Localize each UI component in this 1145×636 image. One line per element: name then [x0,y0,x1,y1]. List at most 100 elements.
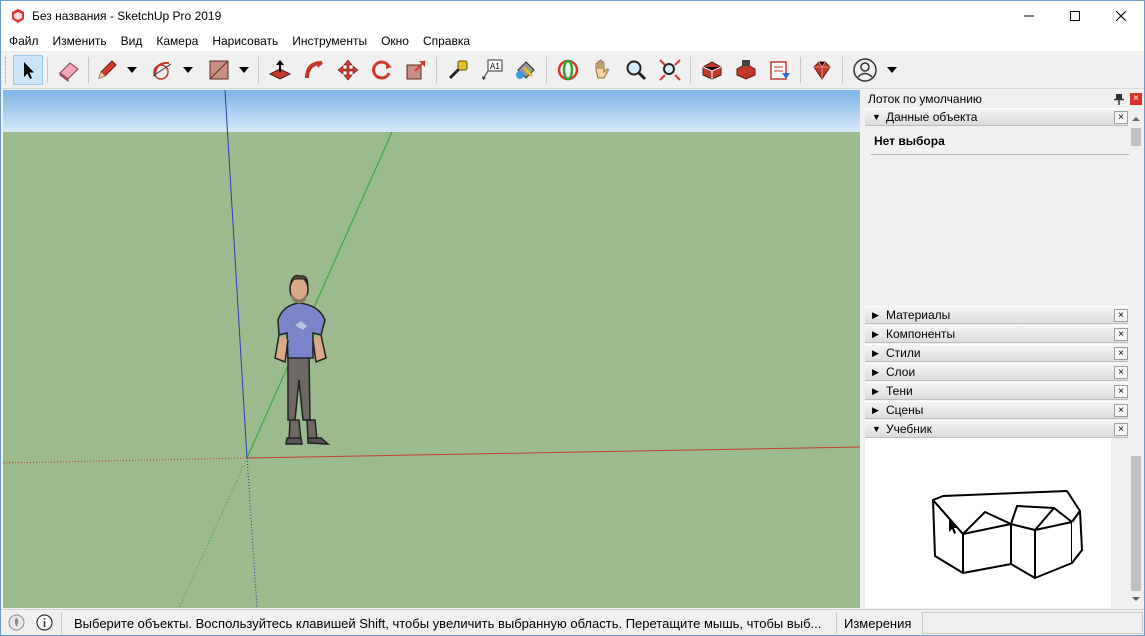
scroll-down-icon[interactable] [1129,592,1143,606]
window-controls [1006,1,1144,31]
tray-scrollbar[interactable] [1129,108,1143,304]
select-tool-button[interactable] [13,55,43,85]
collapsed-arrow-icon: ▶ [872,348,879,358]
push-pull-icon [268,60,292,80]
panel-materials-header[interactable]: ▶ Материалы × [865,306,1128,324]
close-window-button[interactable] [1098,1,1144,31]
panel-close-button[interactable]: × [1114,385,1128,398]
sketchup-window: Без названия - SketchUp Pro 2019 Файл Из… [0,0,1145,636]
eraser-icon [59,62,79,82]
move-tool-button[interactable] [333,55,363,85]
toolbar-grip[interactable] [5,57,8,83]
menu-edit[interactable]: Изменить [46,31,114,51]
account-button[interactable] [850,55,880,85]
text-icon: A1 [482,59,503,80]
arc-dropdown[interactable] [181,55,195,85]
maximize-icon [1070,11,1080,21]
chevron-down-icon [239,67,249,73]
text-tool-button[interactable]: A1 [477,55,507,85]
tray-close-button[interactable]: × [1130,93,1142,105]
extension-manager-icon [813,61,831,80]
viewport-canvas[interactable] [3,90,860,608]
collapsed-arrow-icon: ▶ [872,386,879,396]
orbit-icon [557,59,579,81]
tray-title: Лоток по умолчанию [868,92,982,106]
geo-location-icon[interactable] [8,614,25,631]
collapsed-arrow-icon: ▶ [872,367,879,377]
status-separator [61,612,62,634]
menu-draw[interactable]: Нарисовать [205,31,285,51]
sky [3,90,860,132]
pencil-dropdown[interactable] [125,55,139,85]
sketchup-logo-icon [12,9,24,23]
panel-styles-header[interactable]: ▶ Стили × [865,344,1128,362]
menu-help[interactable]: Справка [416,31,477,51]
follow-me-tool-button[interactable] [299,55,329,85]
pin-icon[interactable] [1113,93,1125,105]
rotate-icon [372,60,392,80]
eraser-tool-button[interactable] [54,55,84,85]
rotate-tool-button[interactable] [367,55,397,85]
panel-close-button[interactable]: × [1114,111,1128,124]
paint-bucket-tool-button[interactable] [511,55,541,85]
arc-tool-button[interactable] [148,55,178,85]
zoom-extents-icon [659,59,681,81]
scrollbar-thumb[interactable] [1131,456,1141,591]
toolbar-separator [436,57,437,83]
panel-close-button[interactable]: × [1114,347,1128,360]
panel-layers-header[interactable]: ▶ Слои × [865,363,1128,381]
instructor-scrollbar[interactable] [1129,438,1143,608]
menu-camera[interactable]: Камера [149,31,205,51]
panel-entity-info-header[interactable]: ▼ Данные объекта × [865,108,1128,126]
layout-button[interactable] [765,55,795,85]
scrollbar-thumb[interactable] [1131,128,1141,146]
extension-manager-button[interactable] [807,55,837,85]
panel-instructor-header[interactable]: ▼ Учебник × [865,420,1128,438]
info-icon[interactable] [36,614,53,631]
panel-label: Учебник [886,422,932,436]
panel-scenes-header[interactable]: ▶ Сцены × [865,401,1128,419]
extension-warehouse-button[interactable] [731,55,761,85]
zoom-extents-tool-button[interactable] [655,55,685,85]
menu-file[interactable]: Файл [2,31,46,51]
zoom-tool-button[interactable] [621,55,651,85]
instructor-house-illustration [932,490,1083,579]
panel-close-button[interactable]: × [1114,423,1128,436]
minimize-icon [1024,15,1034,17]
scale-tool-button[interactable] [401,55,431,85]
chevron-down-icon [887,67,897,73]
rectangle-icon [209,60,229,80]
panel-close-button[interactable]: × [1114,309,1128,322]
title-bar: Без названия - SketchUp Pro 2019 [1,1,1144,31]
menu-view[interactable]: Вид [114,31,150,51]
collapsed-arrow-icon: ▶ [872,329,879,339]
tape-measure-tool-button[interactable] [443,55,473,85]
pencil-icon [98,60,117,79]
push-pull-tool-button[interactable] [265,55,295,85]
chevron-down-icon [127,67,137,73]
panel-shadows-header[interactable]: ▶ Тени × [865,382,1128,400]
panel-close-button[interactable]: × [1114,366,1128,379]
pan-tool-button[interactable] [587,55,617,85]
toolbar-separator [690,57,691,83]
scroll-up-icon[interactable] [1129,112,1143,126]
menu-window[interactable]: Окно [374,31,416,51]
menu-tools[interactable]: Инструменты [285,31,374,51]
rectangle-dropdown[interactable] [237,55,251,85]
orbit-tool-button[interactable] [553,55,583,85]
panel-close-button[interactable]: × [1114,328,1128,341]
panel-close-button[interactable]: × [1114,404,1128,417]
panel-label: Сцены [886,403,924,417]
minimize-button[interactable] [1006,1,1052,31]
rectangle-tool-button[interactable] [204,55,234,85]
pencil-tool-button[interactable] [92,55,122,85]
panel-components-header[interactable]: ▶ Компоненты × [865,325,1128,343]
3d-warehouse-button[interactable] [697,55,727,85]
panel-label: Данные объекта [886,110,978,124]
menu-bar: Файл Изменить Вид Камера Нарисовать Инст… [1,31,1144,51]
measurements-input[interactable] [922,612,1143,634]
account-dropdown[interactable] [885,55,899,85]
pan-icon [595,59,609,79]
maximize-button[interactable] [1052,1,1098,31]
model-viewport[interactable] [3,90,860,608]
